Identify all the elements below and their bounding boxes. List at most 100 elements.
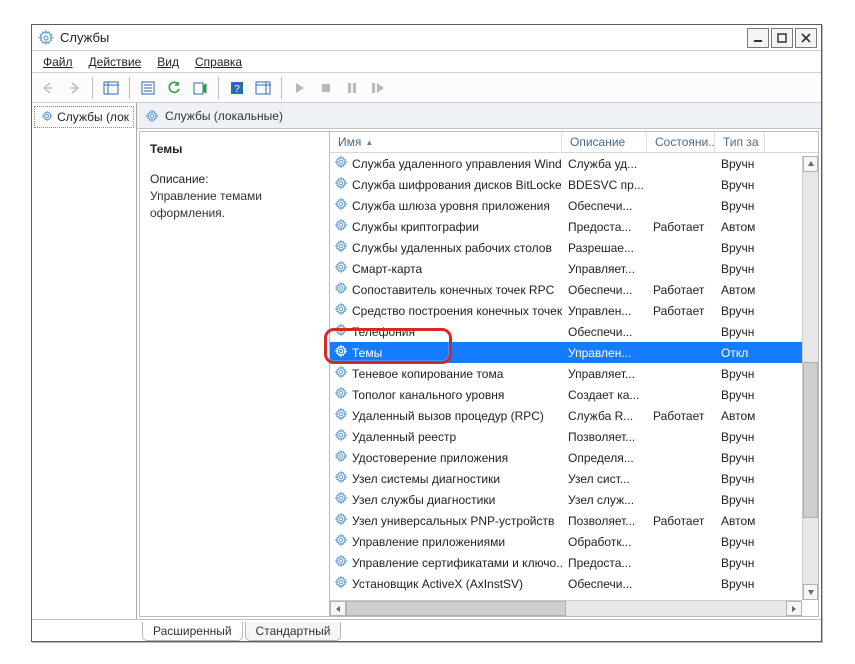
service-row[interactable]: Службы удаленных рабочих столовРазрешае.… (330, 237, 818, 258)
service-row[interactable]: Управление сертификатами и ключо...Предо… (330, 552, 818, 573)
vscroll-track[interactable] (803, 172, 818, 584)
show-hide-tree-button[interactable] (99, 76, 123, 100)
tab-extended[interactable]: Расширенный (142, 622, 243, 641)
service-row[interactable]: Смарт-картаУправляет...Вручн (330, 258, 818, 279)
sort-asc-icon: ▲ (365, 138, 373, 147)
service-row[interactable]: Тополог канального уровняСоздает ка...Вр… (330, 384, 818, 405)
service-description: Служба R... (562, 409, 647, 423)
list-header: Имя ▲ Описание Состояни... Тип за (330, 132, 818, 153)
menu-action[interactable]: Действие (81, 51, 150, 72)
bottom-tabs: Расширенный Стандартный (32, 619, 821, 641)
menu-view[interactable]: Вид (149, 51, 187, 72)
description-pane: Темы Описание: Управление темами оформле… (140, 132, 330, 616)
service-icon (334, 575, 348, 592)
service-startup-type: Вручн (715, 430, 765, 444)
panel-header-icon (145, 109, 159, 123)
scroll-left-button[interactable] (330, 601, 346, 616)
service-row[interactable]: Узел службы диагностикиУзел служ...Вручн (330, 489, 818, 510)
service-row[interactable]: Служба удаленного управления Wind...Служ… (330, 153, 818, 174)
column-header-status[interactable]: Состояни... (647, 132, 715, 152)
service-row[interactable]: Удаленный вызов процедур (RPC)Служба R..… (330, 405, 818, 426)
tab-standard[interactable]: Стандартный (245, 622, 342, 641)
service-row[interactable]: ТелефонияОбеспечи...Вручн (330, 321, 818, 342)
window-title: Службы (60, 30, 745, 45)
service-startup-type: Вручн (715, 556, 765, 570)
service-row[interactable]: Узел системы диагностикиУзел сист...Вруч… (330, 468, 818, 489)
vscroll-thumb[interactable] (803, 362, 818, 519)
service-row[interactable]: Службы криптографииПредоста...РаботаетАв… (330, 216, 818, 237)
service-row[interactable]: Узел универсальных PNP-устройствПозволяе… (330, 510, 818, 531)
service-row[interactable]: Удаленный реестр Позволяет... Вручн (330, 426, 818, 447)
tree-item-label: Службы (лок (57, 110, 129, 124)
properties-button[interactable] (136, 76, 160, 100)
service-description: Обеспечи... (562, 577, 647, 591)
column-header-name[interactable]: Имя ▲ (330, 132, 562, 152)
service-description: Предоста... (562, 556, 647, 570)
service-name: Узел системы диагностики (352, 472, 500, 486)
export-list-button[interactable] (188, 76, 212, 100)
service-name: Службы криптографии (352, 220, 479, 234)
service-description: Управляет... (562, 367, 647, 381)
hscroll-track[interactable] (346, 601, 786, 616)
maximize-button[interactable] (771, 28, 793, 48)
toolbar-separator (218, 77, 219, 99)
service-icon (334, 218, 348, 235)
minimize-button[interactable] (747, 28, 769, 48)
service-row[interactable]: Удостоверение приложенияОпределя...Вручн (330, 447, 818, 468)
column-header-startup-type[interactable]: Тип за (715, 132, 765, 152)
service-icon (334, 365, 348, 382)
toolbar: ? (32, 73, 821, 103)
service-icon (334, 260, 348, 277)
service-name: Теневое копирование тома (352, 367, 503, 381)
hscroll-thumb[interactable] (346, 601, 566, 616)
service-name: Темы (352, 346, 382, 360)
service-description: Определя... (562, 451, 647, 465)
vertical-scrollbar[interactable] (802, 156, 818, 600)
menu-file[interactable]: Файл (35, 51, 81, 72)
window: Службы Файл Действие Вид Справка ? (31, 24, 822, 642)
service-row[interactable]: Сопоставитель конечных точек RPCОбеспечи… (330, 279, 818, 300)
service-row[interactable]: Управление приложениямиОбработк...Вручн (330, 531, 818, 552)
scroll-right-button[interactable] (786, 601, 802, 616)
service-row[interactable]: Установщик ActiveX (AxInstSV)Обеспечи...… (330, 573, 818, 594)
service-description: Позволяет... (562, 430, 647, 444)
service-icon (334, 512, 348, 529)
service-name: Сопоставитель конечных точек RPC (352, 283, 554, 297)
service-description: Обеспечи... (562, 199, 647, 213)
service-description: Обеспечи... (562, 325, 647, 339)
service-row[interactable]: Средство построения конечных точек...Упр… (330, 300, 818, 321)
description-label: Описание: (150, 172, 319, 186)
service-description: Служба уд... (562, 157, 647, 171)
service-row[interactable]: ТемыУправлен...Откл (330, 342, 818, 363)
service-icon (334, 281, 348, 298)
service-row[interactable]: Теневое копирование тома Управляет... Вруч… (330, 363, 818, 384)
service-name: Службы удаленных рабочих столов (352, 241, 552, 255)
service-name: Служба удаленного управления Wind... (352, 157, 562, 171)
description-text: Управление темами оформления. (150, 188, 319, 223)
service-row[interactable]: Служба шифрования дисков BitLockerBDESVC… (330, 174, 818, 195)
service-name: Управление сертификатами и ключо... (352, 556, 562, 570)
service-description: Управляет... (562, 262, 647, 276)
service-startup-type: Вручн (715, 367, 765, 381)
horizontal-scrollbar[interactable] (330, 600, 802, 616)
service-name: Средство построения конечных точек... (352, 304, 562, 318)
service-startup-type: Вручн (715, 241, 765, 255)
help-button[interactable]: ? (225, 76, 249, 100)
service-icon (334, 176, 348, 193)
close-button[interactable] (795, 28, 817, 48)
scroll-down-button[interactable] (803, 584, 818, 600)
panel-header: Службы (локальные) (137, 103, 821, 129)
refresh-button[interactable] (162, 76, 186, 100)
service-icon (334, 386, 348, 403)
column-header-description[interactable]: Описание (562, 132, 647, 152)
service-startup-type: Вручн (715, 535, 765, 549)
tree-item-services[interactable]: Службы (лок (34, 106, 134, 128)
svg-text:?: ? (234, 84, 240, 95)
show-hide-action-pane-button[interactable] (251, 76, 275, 100)
service-name: Удаленный реестр (352, 430, 456, 444)
menu-help[interactable]: Справка (187, 51, 250, 72)
service-startup-type: Вручн (715, 199, 765, 213)
scroll-up-button[interactable] (803, 156, 818, 172)
service-row[interactable]: Служба шлюза уровня приложенияОбеспечи..… (330, 195, 818, 216)
service-name: Управление приложениями (352, 535, 505, 549)
